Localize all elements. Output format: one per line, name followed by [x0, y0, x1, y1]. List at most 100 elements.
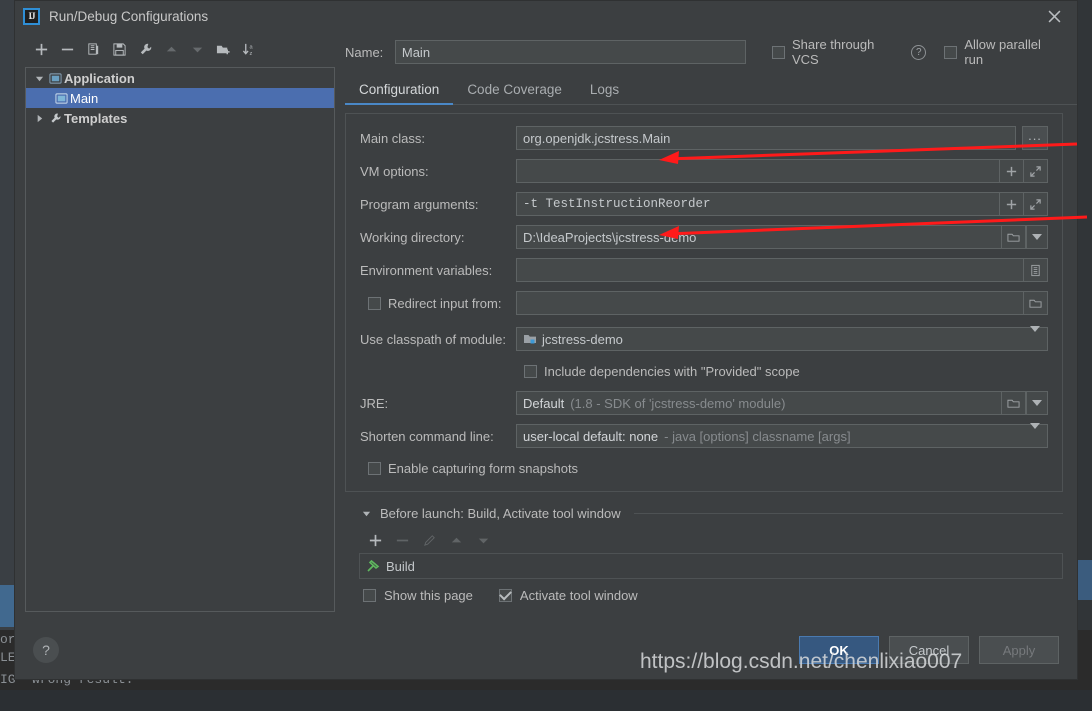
- main-class-label: Main class:: [360, 131, 516, 146]
- chevron-down-icon[interactable]: [359, 509, 373, 518]
- jre-buttons: [1002, 391, 1048, 415]
- program-arguments-row: Program arguments:: [360, 192, 1048, 216]
- sort-az-icon[interactable]: az: [237, 37, 261, 61]
- task-move-down-button[interactable]: [471, 528, 495, 552]
- working-directory-row: Working directory:: [360, 225, 1048, 249]
- jre-label: JRE:: [360, 396, 516, 411]
- tree-node-label: Main: [70, 91, 98, 106]
- shorten-command-line-dropdown[interactable]: user-local default: none - java [options…: [516, 424, 1048, 448]
- redirect-input-control: [516, 291, 1048, 315]
- help-icon[interactable]: ?: [911, 45, 926, 60]
- allow-parallel-run-label[interactable]: Allow parallel run: [964, 37, 1063, 67]
- working-directory-input[interactable]: [516, 225, 1002, 249]
- add-configuration-button[interactable]: [29, 37, 53, 61]
- working-directory-browse-folder-icon[interactable]: [1002, 225, 1026, 249]
- redirect-input-checkbox[interactable]: [368, 297, 381, 310]
- environment-variables-input[interactable]: [516, 258, 1024, 282]
- remove-configuration-button[interactable]: [55, 37, 79, 61]
- redirect-input-field[interactable]: [516, 291, 1024, 315]
- dialog-title: Run/Debug Configurations: [49, 9, 208, 24]
- program-arguments-insert-macro-button[interactable]: [1000, 192, 1024, 216]
- wrench-icon[interactable]: [133, 37, 157, 61]
- configuration-editor-pane: Name: Share through VCS ? Allow parallel…: [337, 31, 1077, 621]
- main-class-row: Main class: ...: [360, 126, 1048, 150]
- configurations-pane: az Application: [15, 31, 337, 621]
- include-provided-checkbox[interactable]: [524, 365, 537, 378]
- activate-tool-window-label[interactable]: Activate tool window: [520, 588, 638, 603]
- tree-node-main[interactable]: Main: [26, 88, 334, 108]
- allow-parallel-run-checkbox[interactable]: [944, 46, 957, 59]
- tree-node-application[interactable]: Application: [26, 68, 334, 88]
- show-this-page-checkbox[interactable]: [363, 589, 376, 602]
- vm-options-input[interactable]: [516, 159, 1000, 183]
- apply-button[interactable]: Apply: [979, 636, 1059, 664]
- program-arguments-buttons: [1000, 192, 1048, 216]
- redirect-input-browse-folder-icon[interactable]: [1024, 291, 1048, 315]
- close-icon[interactable]: [1031, 1, 1077, 31]
- share-through-vcs-label[interactable]: Share through VCS: [792, 37, 904, 67]
- name-input[interactable]: [395, 40, 746, 64]
- remove-task-button[interactable]: [390, 528, 414, 552]
- program-arguments-input[interactable]: [516, 192, 1000, 216]
- activate-tool-window-checkbox[interactable]: [499, 589, 512, 602]
- classpath-module-label: Use classpath of module:: [360, 332, 516, 347]
- chevron-down-icon[interactable]: [32, 74, 46, 83]
- jre-chevron-down-icon[interactable]: [1026, 391, 1048, 415]
- enable-snapshots-label[interactable]: Enable capturing form snapshots: [388, 461, 578, 476]
- editor-tabs: Configuration Code Coverage Logs: [345, 75, 1077, 105]
- working-directory-buttons: [1002, 225, 1048, 249]
- tab-code-coverage[interactable]: Code Coverage: [453, 82, 576, 104]
- dialog-footer: ? OK Cancel Apply: [15, 621, 1077, 679]
- vm-options-buttons: [1000, 159, 1048, 183]
- main-class-browse-button[interactable]: ...: [1022, 126, 1048, 150]
- before-launch-task-list[interactable]: Build: [359, 553, 1063, 579]
- chevron-down-icon[interactable]: [1030, 332, 1040, 347]
- help-icon[interactable]: ?: [33, 637, 59, 663]
- enable-snapshots-checkbox[interactable]: [368, 462, 381, 475]
- backdrop-right-accent: [1078, 560, 1092, 600]
- working-directory-history-chevron-down-icon[interactable]: [1026, 225, 1048, 249]
- before-launch-toolbar: [359, 527, 1063, 553]
- vm-options-control: [516, 159, 1048, 183]
- before-launch-title: Before launch: Build, Activate tool wind…: [380, 506, 621, 521]
- new-folder-button[interactable]: [211, 37, 235, 61]
- task-move-up-button[interactable]: [444, 528, 468, 552]
- jre-browse-folder-icon[interactable]: [1002, 391, 1026, 415]
- vm-options-row: VM options:: [360, 159, 1048, 183]
- environment-variables-list-icon[interactable]: [1024, 258, 1048, 282]
- working-directory-label: Working directory:: [360, 230, 516, 245]
- add-task-button[interactable]: [363, 528, 387, 552]
- redirect-input-label[interactable]: Redirect input from:: [388, 296, 501, 311]
- tab-logs[interactable]: Logs: [576, 82, 633, 104]
- tree-node-templates[interactable]: Templates: [26, 108, 334, 128]
- vm-options-expand-button[interactable]: [1024, 159, 1048, 183]
- edit-task-pencil-icon[interactable]: [417, 528, 441, 552]
- copy-configuration-button[interactable]: [81, 37, 105, 61]
- dialog-body: az Application: [15, 31, 1077, 621]
- classpath-module-dropdown[interactable]: jcstress-demo: [516, 327, 1048, 351]
- backdrop-left-accent: [0, 585, 14, 627]
- chevron-right-icon[interactable]: [32, 114, 46, 123]
- show-this-page-label[interactable]: Show this page: [384, 588, 473, 603]
- include-provided-label[interactable]: Include dependencies with "Provided" sco…: [544, 364, 800, 379]
- program-arguments-expand-button[interactable]: [1024, 192, 1048, 216]
- configurations-tree[interactable]: Application Main: [25, 67, 335, 612]
- jre-value-detail: (1.8 - SDK of 'jcstress-demo' module): [570, 396, 785, 411]
- tab-configuration[interactable]: Configuration: [345, 82, 453, 104]
- vm-options-insert-macro-button[interactable]: [1000, 159, 1024, 183]
- save-configuration-button[interactable]: [107, 37, 131, 61]
- jre-value-name: Default: [523, 396, 564, 411]
- configuration-form: Main class: ... VM options:: [345, 113, 1063, 492]
- svg-text:a: a: [249, 44, 253, 50]
- move-down-button[interactable]: [185, 37, 209, 61]
- cancel-button[interactable]: Cancel: [889, 636, 969, 664]
- chevron-down-icon[interactable]: [1030, 429, 1040, 444]
- main-class-input[interactable]: [516, 126, 1016, 150]
- task-label: Build: [386, 559, 415, 574]
- share-through-vcs-checkbox[interactable]: [772, 46, 785, 59]
- ok-button[interactable]: OK: [799, 636, 879, 664]
- before-launch-header[interactable]: Before launch: Build, Activate tool wind…: [359, 506, 1063, 521]
- jre-dropdown[interactable]: Default (1.8 - SDK of 'jcstress-demo' mo…: [516, 391, 1002, 415]
- build-hammer-icon: [366, 559, 380, 573]
- move-up-button[interactable]: [159, 37, 183, 61]
